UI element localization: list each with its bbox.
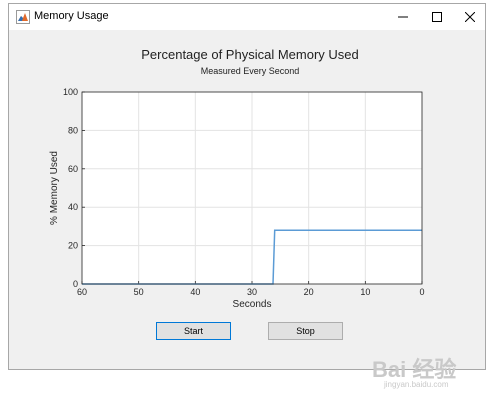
x-tick-label: 0 <box>419 287 424 297</box>
y-tick-label: 60 <box>68 164 78 174</box>
x-tick-label: 20 <box>304 287 314 297</box>
start-button[interactable]: Start <box>156 322 231 340</box>
x-tick-label: 60 <box>77 287 87 297</box>
y-tick-label: 80 <box>68 125 78 135</box>
x-tick-label: 10 <box>360 287 370 297</box>
y-tick-label: 100 <box>63 87 78 97</box>
x-axis-label: Seconds <box>233 299 272 310</box>
stop-button[interactable]: Stop <box>268 322 343 340</box>
y-tick-label: 40 <box>68 202 78 212</box>
y-tick-label: 20 <box>68 241 78 251</box>
x-tick-label: 50 <box>134 287 144 297</box>
y-tick-label: 0 <box>73 279 78 289</box>
x-tick-label: 30 <box>247 287 257 297</box>
baidu-watermark-url: jingyan.baidu.com <box>384 380 449 389</box>
y-axis-label: % Memory Used <box>49 151 60 225</box>
memory-chart: 60 50 40 30 20 10 0020406080100 Seconds % Memo… <box>49 87 425 310</box>
x-tick-label: 40 <box>190 287 200 297</box>
